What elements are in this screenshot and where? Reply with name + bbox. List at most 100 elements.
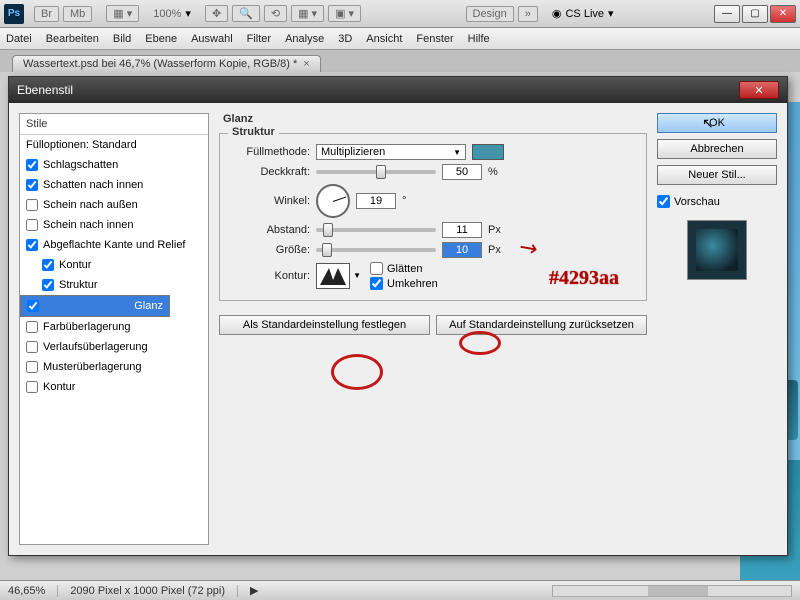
- menu-analyse[interactable]: Analyse: [285, 33, 324, 45]
- preview-checkbox[interactable]: Vorschau: [657, 195, 777, 208]
- blend-mode-select[interactable]: Multiplizieren▼: [316, 144, 466, 160]
- reset-default-button[interactable]: Auf Standardeinstellung zurücksetzen: [436, 315, 647, 335]
- menu-ansicht[interactable]: Ansicht: [366, 33, 402, 45]
- menu-ebene[interactable]: Ebene: [145, 33, 177, 45]
- close-tab-icon[interactable]: ×: [303, 58, 309, 70]
- new-style-button[interactable]: Neuer Stil...: [657, 165, 777, 185]
- distance-label: Abstand:: [230, 224, 310, 236]
- effect-kontur[interactable]: Kontur: [20, 377, 208, 397]
- menu-datei[interactable]: Datei: [6, 33, 32, 45]
- distance-unit: Px: [488, 224, 501, 236]
- blend-options-row[interactable]: Fülloptionen: Standard: [20, 135, 208, 155]
- arrange-icon[interactable]: ▦ ▾: [291, 5, 324, 22]
- screen-mode-icon[interactable]: ▣ ▾: [328, 5, 361, 22]
- effect-checkbox[interactable]: [26, 199, 38, 211]
- ps-logo: Ps: [4, 4, 24, 24]
- styles-list: Stile Fülloptionen: Standard Schlagschat…: [19, 113, 209, 545]
- make-default-button[interactable]: Als Standardeinstellung festlegen: [219, 315, 430, 335]
- effect-schein-nach-innen[interactable]: Schein nach innen: [20, 215, 208, 235]
- status-bar: 46,65% 2090 Pixel x 1000 Pixel (72 ppi) …: [0, 580, 800, 600]
- menu-hilfe[interactable]: Hilfe: [468, 33, 490, 45]
- layer-style-dialog: Ebenenstil ✕ Stile Fülloptionen: Standar…: [8, 76, 788, 556]
- effect-checkbox[interactable]: [26, 361, 38, 373]
- horizontal-scrollbar[interactable]: [552, 585, 792, 597]
- effect-checkbox[interactable]: [26, 381, 38, 393]
- dialog-close-button[interactable]: ✕: [739, 81, 779, 99]
- effect-checkbox[interactable]: [26, 321, 38, 333]
- angle-dial[interactable]: [316, 184, 350, 218]
- effect-checkbox[interactable]: [26, 179, 38, 191]
- menu-auswahl[interactable]: Auswahl: [191, 33, 233, 45]
- close-button[interactable]: ✕: [770, 5, 796, 23]
- effect-muster-berlagerung[interactable]: Musterüberlagerung: [20, 357, 208, 377]
- workspace-more[interactable]: »: [518, 6, 538, 22]
- menu-3d[interactable]: 3D: [338, 33, 352, 45]
- menu-bild[interactable]: Bild: [113, 33, 131, 45]
- dialog-titlebar[interactable]: Ebenenstil ✕: [9, 77, 787, 103]
- effect-label: Kontur: [43, 381, 75, 393]
- effect-checkbox[interactable]: [42, 259, 54, 271]
- effect-schein-nach-au-en[interactable]: Schein nach außen: [20, 195, 208, 215]
- workspace-design[interactable]: Design: [466, 6, 514, 22]
- effect-checkbox[interactable]: [26, 341, 38, 353]
- status-dimensions[interactable]: 2090 Pixel x 1000 Pixel (72 ppi): [70, 585, 238, 597]
- zoom-level[interactable]: 100%: [153, 8, 181, 20]
- view-dropdown[interactable]: ▦ ▾: [106, 5, 139, 22]
- maximize-button[interactable]: ▢: [742, 5, 768, 23]
- ok-button[interactable]: OK: [657, 113, 777, 133]
- effect-schatten-nach-innen[interactable]: Schatten nach innen: [20, 175, 208, 195]
- opacity-slider[interactable]: [316, 170, 436, 174]
- document-tab[interactable]: Wassertext.psd bei 46,7% (Wasserform Kop…: [12, 55, 321, 72]
- minibridge-button[interactable]: Mb: [63, 6, 92, 22]
- document-tabs: Wassertext.psd bei 46,7% (Wasserform Kop…: [0, 50, 800, 72]
- effect-checkbox[interactable]: [42, 279, 54, 291]
- effect-schlagschatten[interactable]: Schlagschatten: [20, 155, 208, 175]
- hand-tool-icon[interactable]: ✥: [205, 5, 228, 22]
- opacity-input[interactable]: 50: [442, 164, 482, 180]
- menu-fenster[interactable]: Fenster: [416, 33, 453, 45]
- invert-checkbox[interactable]: Umkehren: [370, 277, 438, 290]
- effect-label: Abgeflachte Kante und Relief: [43, 239, 186, 251]
- effect-kontur[interactable]: Kontur: [20, 255, 208, 275]
- size-unit: Px: [488, 244, 501, 256]
- status-zoom[interactable]: 46,65%: [8, 585, 58, 597]
- effect-label: Verlaufsüberlagerung: [43, 341, 148, 353]
- rotate-tool-icon[interactable]: ⟲: [264, 5, 287, 22]
- effect-label: Schein nach außen: [43, 199, 138, 211]
- angle-unit: °: [402, 195, 406, 207]
- status-arrow-icon[interactable]: ▶: [250, 584, 258, 597]
- minimize-button[interactable]: —: [714, 5, 740, 23]
- angle-input[interactable]: 19: [356, 193, 396, 209]
- contour-picker[interactable]: ▼: [316, 263, 350, 289]
- effect-verlaufs-berlagerung[interactable]: Verlaufsüberlagerung: [20, 337, 208, 357]
- size-input[interactable]: 10: [442, 242, 482, 258]
- menu-filter[interactable]: Filter: [247, 33, 271, 45]
- effect-checkbox[interactable]: [27, 300, 39, 312]
- effect-checkbox[interactable]: [26, 159, 38, 171]
- menu-bar: Datei Bearbeiten Bild Ebene Auswahl Filt…: [0, 28, 800, 50]
- effect-checkbox[interactable]: [26, 219, 38, 231]
- effect-struktur[interactable]: Struktur: [20, 275, 208, 295]
- effect-label: Glanz: [134, 300, 163, 312]
- effect-label: Farbüberlagerung: [43, 321, 130, 333]
- distance-input[interactable]: 11: [442, 222, 482, 238]
- subsection-title: Struktur: [228, 126, 279, 138]
- app-toolbar: Ps BrMb ▦ ▾ 100% ▾ ✥🔍⟲▦ ▾▣ ▾ Design» ◉ C…: [0, 0, 800, 28]
- cslive-label[interactable]: CS Live: [565, 8, 604, 20]
- effect-glanz[interactable]: Glanz: [20, 295, 170, 317]
- anti-alias-checkbox[interactable]: Glätten: [370, 262, 438, 275]
- size-slider[interactable]: [316, 248, 436, 252]
- distance-slider[interactable]: [316, 228, 436, 232]
- effect-abgeflachte-kante-und-relief[interactable]: Abgeflachte Kante und Relief: [20, 235, 208, 255]
- dialog-actions: OK Abbrechen Neuer Stil... Vorschau: [657, 113, 777, 545]
- opacity-label: Deckkraft:: [230, 166, 310, 178]
- menu-bearbeiten[interactable]: Bearbeiten: [46, 33, 99, 45]
- struktur-group: Struktur Füllmethode: Multiplizieren▼ De…: [219, 133, 647, 301]
- bridge-button[interactable]: Br: [34, 6, 59, 22]
- effect-farb-berlagerung[interactable]: Farbüberlagerung: [20, 317, 208, 337]
- cancel-button[interactable]: Abbrechen: [657, 139, 777, 159]
- styles-header[interactable]: Stile: [20, 114, 208, 135]
- effect-checkbox[interactable]: [26, 239, 38, 251]
- color-swatch[interactable]: [472, 144, 504, 160]
- zoom-tool-icon[interactable]: 🔍: [232, 5, 260, 22]
